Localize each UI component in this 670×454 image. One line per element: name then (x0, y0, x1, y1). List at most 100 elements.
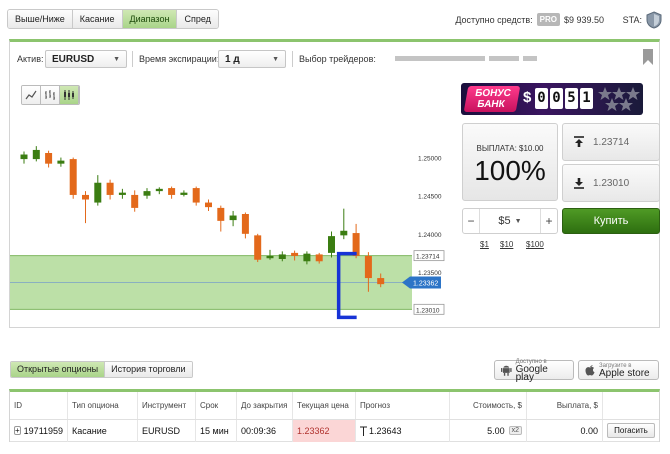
traders-bar (489, 56, 519, 61)
col-remaining: До закрытия (237, 392, 293, 419)
apple-icon (585, 365, 595, 376)
candle-body (143, 191, 151, 196)
candle-body (205, 202, 212, 208)
stake-value: $5 (498, 215, 511, 227)
tab-touch[interactable]: Касание (72, 10, 123, 28)
col-current: Текущая цена (293, 392, 356, 419)
candle-body (217, 207, 225, 221)
candle-body (328, 236, 335, 253)
candle-body (168, 188, 176, 195)
asset-value: EURUSD (52, 53, 95, 65)
candle-body (315, 254, 323, 262)
cell-remaining: 00:09:36 (237, 419, 293, 442)
expiry-select[interactable]: 1 д ▼ (218, 50, 286, 68)
current-price-label: 1.23362 (413, 280, 438, 287)
candle-body (278, 254, 286, 259)
line-chart-button[interactable] (22, 86, 41, 104)
cell-action: Погасить (603, 420, 659, 442)
divider (132, 51, 133, 67)
android-icon (501, 365, 512, 376)
promo-digit: 1 (580, 88, 593, 109)
cell-current-price: 1.23362 (293, 419, 356, 442)
range-upper-value: 1.23714 (593, 136, 630, 148)
y-tick-label: 1.24000 (418, 232, 442, 239)
candle-body (291, 252, 299, 256)
range-upper-label: 1.23714 (416, 254, 440, 261)
asset-select[interactable]: EURUSD ▼ (45, 50, 127, 68)
promo-dollar: $ (523, 89, 532, 106)
google-play-button[interactable]: Доступно в Google play (494, 359, 574, 383)
tab-open-options[interactable]: Открытые опционы (11, 362, 106, 377)
tab-range[interactable]: Диапазон (122, 10, 178, 28)
table-row: + 19711959 Касание EURUSD 15 мин 00:09:3… (10, 419, 659, 442)
payout-label: ВЫПЛАТА: $10.00 (476, 144, 544, 153)
col-term: Срок (196, 392, 237, 419)
bonus-bank-banner[interactable]: БОНУС БАНК $ 0 0 5 1 (461, 83, 643, 115)
range-upper-button[interactable]: 1.23714 (562, 123, 660, 161)
tab-trade-history[interactable]: История торговли (105, 362, 192, 377)
candle-body (69, 159, 77, 195)
table-header: ID Тип опциона Инструмент Срок До закрыт… (10, 392, 659, 420)
open-options-table: ID Тип опциона Инструмент Срок До закрыт… (9, 389, 660, 442)
pro-badge: PRO (536, 13, 560, 26)
sta-status: STA: (623, 11, 662, 29)
option-type-tabs: Выше/Ниже Касание Диапазон Спред (7, 9, 219, 29)
bonus-bank-logo: БОНУС БАНК (463, 86, 521, 112)
payout-box: ВЫПЛАТА: $10.00 100% (462, 123, 558, 201)
quick-stake-1[interactable]: $1 (480, 240, 489, 249)
cell-term: 15 мин (196, 419, 237, 442)
quick-stake-10[interactable]: $10 (500, 240, 513, 249)
candle-body (106, 182, 114, 195)
touch-up-icon (360, 426, 367, 436)
price-chart[interactable]: 1.25000 1.24500 1.24000 1.23500 1.23714 1.230… (10, 108, 450, 320)
candlestick-icon (64, 90, 74, 100)
arrow-down-bar-icon (574, 178, 584, 189)
promo-digit: 0 (550, 88, 563, 109)
candle-body (94, 182, 102, 203)
stake-stepper: − $5 ▼ + (462, 208, 558, 234)
candle-body (155, 188, 163, 192)
bottom-tabs: Открытые опционы История торговли (10, 361, 193, 378)
bar-chart-icon (45, 90, 55, 100)
chevron-down-icon[interactable]: ▼ (515, 218, 522, 225)
bookmark-icon[interactable] (643, 49, 653, 65)
promo-digit: 5 (565, 88, 578, 109)
buy-button[interactable]: Купить (562, 208, 660, 234)
candle-body (303, 253, 311, 262)
tab-high-low[interactable]: Выше/Ниже (8, 10, 73, 28)
cost-value: 5.00 (487, 425, 505, 436)
sta-label: STA: (622, 15, 642, 25)
multiplier-badge[interactable]: x2 (508, 426, 522, 435)
col-instrument: Инструмент (138, 392, 196, 419)
candle-body (57, 160, 65, 164)
line-chart-icon (25, 90, 37, 100)
candle-chart-button[interactable] (60, 86, 79, 104)
candle-body (45, 152, 53, 164)
payout-percent: 100% (474, 155, 546, 186)
range-lower-label: 1.23010 (416, 307, 440, 314)
candle-body (254, 235, 262, 260)
chevron-down-icon: ▼ (272, 55, 279, 63)
stake-minus-button[interactable]: − (463, 214, 479, 228)
shield-icon[interactable] (646, 11, 662, 29)
chevron-down-icon: ▼ (113, 55, 120, 63)
promo-counter: 0 0 5 1 (535, 88, 593, 109)
col-action (603, 392, 659, 419)
available-funds: Доступно средств: PRO $9 939.50 (455, 13, 604, 26)
range-lower-value: 1.23010 (593, 177, 630, 189)
apple-store-button[interactable]: Загрузите в Apple store (578, 360, 659, 380)
promo-title-1: БОНУС (474, 88, 512, 99)
stake-input[interactable]: $5 ▼ (479, 209, 541, 233)
bar-chart-button[interactable] (41, 86, 60, 104)
stake-plus-button[interactable]: + (541, 214, 557, 228)
close-option-button[interactable]: Погасить (607, 423, 655, 438)
candle-body (340, 230, 348, 236)
tab-spread[interactable]: Спред (177, 10, 218, 28)
expand-button[interactable]: + (14, 426, 21, 435)
funds-amount: $9 939.50 (563, 14, 604, 25)
range-lower-button[interactable]: 1.23010 (562, 164, 660, 202)
divider (292, 51, 293, 67)
quick-stake-100[interactable]: $100 (526, 240, 544, 249)
candle-body (192, 188, 200, 203)
col-payout: Выплата, $ (527, 392, 603, 419)
